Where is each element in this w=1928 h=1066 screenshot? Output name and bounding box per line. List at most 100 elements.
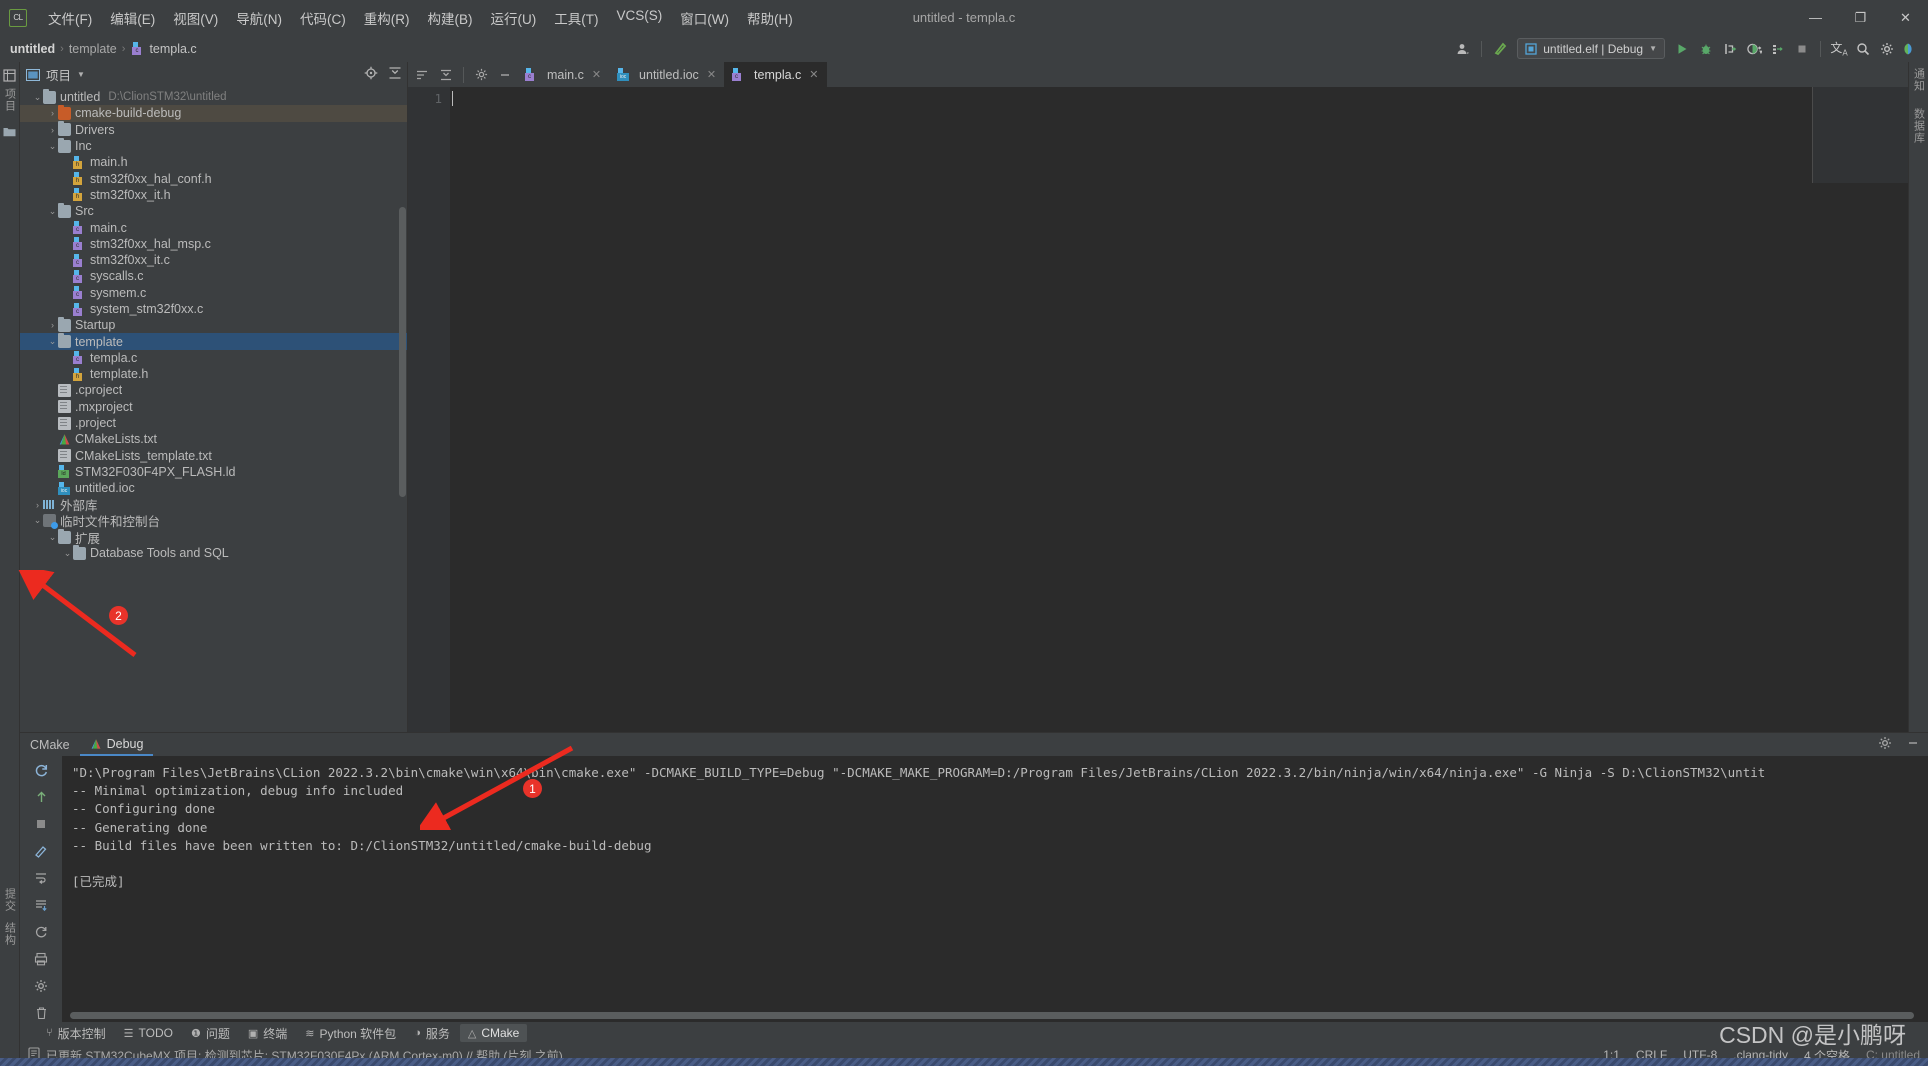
tree-node[interactable]: › 外部库 (20, 496, 407, 513)
menu-item-8[interactable]: 工具(T) (545, 4, 607, 32)
tab-settings-gear-icon[interactable] (469, 63, 493, 87)
tree-node[interactable]: main.c (20, 219, 407, 235)
minimize-button[interactable]: — (1793, 0, 1838, 35)
tree-node[interactable]: templa.c (20, 350, 407, 366)
menu-item-2[interactable]: 视图(V) (164, 4, 227, 32)
tree-node[interactable]: .cproject (20, 382, 407, 398)
close-button[interactable]: ✕ (1883, 0, 1928, 35)
sidebar-label-database[interactable]: 数据库 (1911, 108, 1927, 144)
tool-window-问题[interactable]: ❶ 问题 (183, 1023, 238, 1044)
chevron-right-icon[interactable]: › (47, 320, 58, 330)
tree-node[interactable]: STM32F030F4PX_FLASH.ld (20, 464, 407, 480)
tool-window-版本控制[interactable]: ⑂ 版本控制 (38, 1023, 114, 1044)
menu-item-11[interactable]: 帮助(H) (738, 4, 802, 32)
hide-tabs-icon[interactable] (493, 63, 517, 87)
cmake-hide-icon[interactable] (1906, 736, 1920, 753)
breadcrumb-file[interactable]: templa.c (149, 42, 196, 56)
cmake-build-icon[interactable] (31, 842, 51, 860)
editor-code-area[interactable] (450, 87, 1908, 732)
translate-icon[interactable]: 文A (1828, 38, 1850, 60)
chevron-down-icon[interactable]: ⌄ (47, 532, 58, 543)
search-icon[interactable] (1852, 38, 1874, 60)
chevron-down-icon[interactable]: ⌄ (32, 92, 43, 103)
cmake-tab-debug[interactable]: Debug (79, 733, 154, 756)
tree-node[interactable]: CMakeLists_template.txt (20, 448, 407, 464)
tree-node[interactable]: stm32f0xx_hal_conf.h (20, 170, 407, 186)
tree-node[interactable]: syscalls.c (20, 268, 407, 284)
cmake-reload-icon[interactable] (31, 761, 51, 779)
tree-node[interactable]: .mxproject (20, 399, 407, 415)
cmake-settings-icon[interactable] (31, 977, 51, 995)
build-hammer-icon[interactable] (1489, 38, 1511, 60)
tree-node[interactable]: CMakeLists.txt (20, 431, 407, 447)
menu-item-4[interactable]: 代码(C) (291, 4, 355, 32)
coverage-icon[interactable]: ▼ (1743, 38, 1765, 60)
run-button[interactable] (1671, 38, 1693, 60)
sort-tabs-icon[interactable] (410, 63, 434, 87)
folder-tool-icon[interactable] (3, 124, 17, 138)
tree-node[interactable]: stm32f0xx_it.h (20, 187, 407, 203)
chevron-down-icon[interactable]: ⌄ (47, 336, 58, 347)
cmake-settings-gear-icon[interactable] (1878, 736, 1892, 753)
cmake-scroll-up-icon[interactable] (31, 788, 51, 806)
tree-node[interactable]: ⌄ Inc (20, 137, 407, 154)
sidebar-label-commit[interactable]: 提交 (2, 888, 18, 912)
menu-item-1[interactable]: 编辑(E) (101, 4, 164, 32)
debug-button[interactable] (1695, 38, 1717, 60)
menu-item-3[interactable]: 导航(N) (227, 4, 291, 32)
tool-window-服务[interactable]: ◑ 服务 (406, 1023, 458, 1044)
sidebar-label-project[interactable]: 项目 (2, 88, 18, 112)
chevron-down-icon[interactable]: ⌄ (62, 548, 73, 559)
chevron-down-icon[interactable]: ⌄ (47, 206, 58, 217)
editor-minimap[interactable] (1812, 87, 1908, 183)
chevron-right-icon[interactable]: › (32, 500, 43, 510)
tree-scrollbar[interactable] (399, 207, 406, 497)
tree-node[interactable]: .project (20, 415, 407, 431)
project-tree[interactable]: ⌄ untitled D:\ClionSTM32\untitled › cmake-bu… (20, 87, 407, 732)
tree-node[interactable]: ⌄ untitled D:\ClionSTM32\untitled (20, 88, 407, 105)
tree-node[interactable]: › cmake-build-debug (20, 104, 407, 122)
cmake-stop-icon[interactable] (31, 815, 51, 833)
cmake-clear-icon[interactable] (31, 1004, 51, 1022)
maximize-button[interactable]: ❐ (1838, 0, 1883, 35)
editor-tab-untitled-ioc[interactable]: untitled.ioc ✕ (609, 62, 724, 87)
settings-gear-icon[interactable] (1876, 38, 1898, 60)
chevron-down-icon[interactable]: ⌄ (47, 141, 58, 152)
code-editor[interactable]: 1 (408, 87, 1908, 732)
sidebar-label-notifications[interactable]: 通知 (1911, 68, 1927, 92)
cmake-soft-wrap-icon[interactable] (31, 869, 51, 887)
tree-node[interactable]: main.h (20, 154, 407, 170)
tree-node[interactable]: ⌄ Src (20, 202, 407, 219)
cmake-console-output[interactable]: "D:\Program Files\JetBrains\CLion 2022.3… (62, 756, 1928, 1022)
tree-node[interactable]: template.h (20, 366, 407, 382)
breadcrumb-folder[interactable]: template (69, 42, 117, 56)
tree-node[interactable]: system_stm32f0xx.c (20, 301, 407, 317)
tree-node[interactable]: ⌄ 临时文件和控制台 (20, 513, 407, 529)
tool-window-CMake[interactable]: △ CMake (459, 1024, 528, 1042)
stop-button[interactable] (1791, 38, 1813, 60)
close-tab-icon[interactable]: ✕ (707, 68, 716, 81)
tree-node[interactable]: stm32f0xx_hal_msp.c (20, 236, 407, 252)
menu-item-10[interactable]: 窗口(W) (671, 4, 738, 32)
chevron-down-icon[interactable]: ⌄ (32, 515, 43, 526)
chevron-right-icon[interactable]: › (47, 125, 58, 135)
cmake-print-icon[interactable] (31, 950, 51, 968)
menu-item-9[interactable]: VCS(S) (608, 4, 672, 32)
tree-node[interactable]: ⌄ Database Tools and SQL (20, 544, 407, 561)
profile-icon[interactable] (1767, 38, 1789, 60)
tool-window-TODO[interactable]: ☰ TODO (116, 1024, 181, 1042)
chevron-down-icon[interactable]: ▼ (77, 70, 85, 79)
tree-node[interactable]: untitled.ioc (20, 480, 407, 496)
tree-node[interactable]: sysmem.c (20, 285, 407, 301)
menu-item-5[interactable]: 重构(R) (355, 4, 419, 32)
editor-tab-templa-c[interactable]: templa.c ✕ (724, 62, 827, 87)
menu-item-0[interactable]: 文件(F) (39, 4, 101, 32)
tree-node[interactable]: › Drivers (20, 121, 407, 138)
menu-item-7[interactable]: 运行(U) (482, 4, 546, 32)
user-avatar-icon[interactable] (1452, 38, 1474, 60)
attach-to-process-icon[interactable] (1719, 38, 1741, 60)
chevron-right-icon[interactable]: › (47, 108, 58, 118)
editor-tab-main-c[interactable]: main.c ✕ (517, 62, 609, 87)
updates-icon[interactable] (1900, 38, 1922, 60)
breadcrumb-project[interactable]: untitled (10, 42, 55, 56)
